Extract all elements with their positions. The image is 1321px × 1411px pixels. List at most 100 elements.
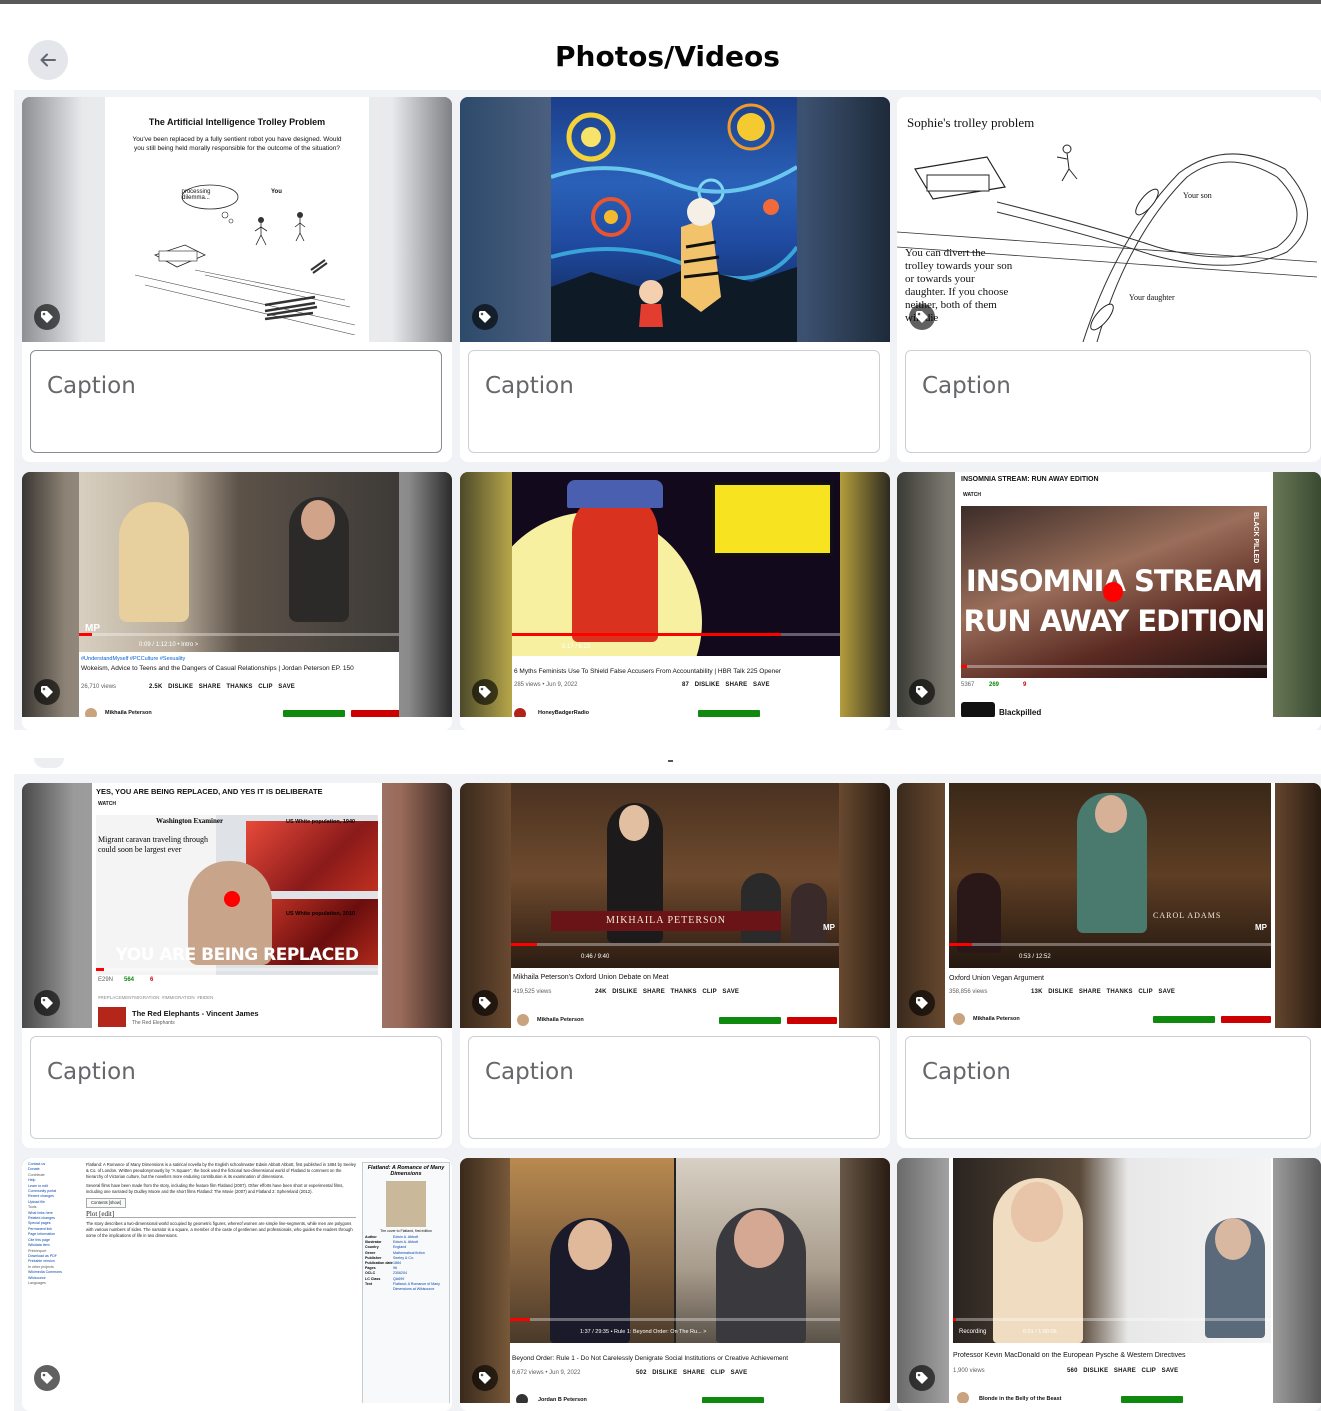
media-thumbnail[interactable]: CAROL ADAMS MP 0:53 / 12:52 Oxford Union… [897, 783, 1321, 1028]
save-button[interactable]: SAVE [722, 989, 739, 995]
dislike-button[interactable]: DISLIKE [168, 684, 193, 690]
video-player[interactable]: CAROL ADAMS MP 0:53 / 12:52 [949, 783, 1271, 968]
caption-input[interactable]: Caption [905, 1036, 1311, 1139]
tag-button[interactable] [909, 304, 935, 330]
like-count[interactable]: 2.5K [149, 684, 162, 690]
hashtag[interactable]: #REPLACEMENTMIGRATION [98, 995, 159, 1000]
share-button[interactable]: SHARE [643, 989, 665, 995]
thanks-button[interactable]: THANKS [1107, 989, 1133, 995]
save-button[interactable]: SAVE [1162, 1368, 1179, 1374]
tag-button[interactable] [34, 1365, 60, 1391]
tag-icon [479, 1372, 491, 1384]
clip-button[interactable]: CLIP [1142, 1368, 1156, 1374]
tag-button[interactable] [472, 304, 498, 330]
hashtags: #UnderstandMyself #PCCulture #Sexuality [81, 656, 186, 662]
like-count[interactable]: 13K [1031, 989, 1043, 995]
save-button[interactable]: SAVE [278, 684, 295, 690]
tag-button[interactable] [34, 304, 60, 330]
media-thumbnail[interactable]: MIKHAILA PETERSON MP 0:46 / 9:40 Mikhail… [460, 783, 890, 1028]
caption-input[interactable]: Caption [905, 350, 1311, 453]
tag-button[interactable] [909, 679, 935, 705]
play-icon[interactable] [1103, 582, 1123, 602]
like-count[interactable]: 24K [595, 989, 607, 995]
thanks-button[interactable]: THANKS [671, 989, 697, 995]
tag-button[interactable] [909, 1365, 935, 1391]
like-count[interactable]: 269 [989, 682, 999, 688]
save-button[interactable]: SAVE [753, 682, 770, 688]
play-icon[interactable] [224, 891, 240, 907]
dislike-button[interactable]: DISLIKE [1083, 1368, 1108, 1374]
dislike-button[interactable]: DISLIKE [1048, 989, 1073, 995]
media-thumbnail[interactable]: Contact us Donate Contribute Help Learn to … [22, 1158, 452, 1403]
share-button[interactable]: SHARE [683, 1370, 705, 1376]
infobox-row: Text Flatland: A Romance of Many Dimensio… [365, 1282, 447, 1292]
image-body: You've been replaced by a fully sentient… [132, 136, 342, 152]
media-thumbnail[interactable]: INSOMNIA STREAM: RUN AWAY EDITION WATCH … [897, 472, 1321, 717]
subscribe-button[interactable] [351, 710, 399, 717]
watch-tab[interactable]: WATCH [98, 801, 116, 807]
join-button[interactable] [698, 710, 760, 717]
clip-button[interactable]: CLIP [711, 1370, 725, 1376]
media-card: MP 0:09 / 1:12:10 • Intro > #UnderstandM… [22, 472, 452, 730]
clip-button[interactable]: CLIP [258, 684, 272, 690]
join-button[interactable] [719, 1017, 781, 1024]
media-thumbnail[interactable]: Recording 0:01 / 1:00:06 Professor Kevin… [897, 1158, 1321, 1403]
tag-button[interactable] [472, 990, 498, 1016]
caption-input[interactable]: Caption [30, 350, 442, 453]
dislike-count[interactable]: 9 [1023, 682, 1026, 688]
like-count[interactable]: 560 [1067, 1368, 1078, 1374]
dislike-button[interactable]: DISLIKE [612, 989, 637, 995]
subscribe-button[interactable] [1221, 1016, 1271, 1023]
video-title: 6 Myths Feminists Use To Shield False Ac… [514, 668, 781, 675]
video-time: 5:17 / 6:23 [562, 644, 591, 650]
like-count[interactable]: 564 [124, 977, 134, 983]
clip-button[interactable]: CLIP [1138, 989, 1152, 995]
tag-button[interactable] [909, 990, 935, 1016]
share-button[interactable]: SHARE [1114, 1368, 1136, 1374]
caption-input[interactable]: Caption [468, 350, 880, 453]
tag-button[interactable] [472, 679, 498, 705]
join-button[interactable] [1153, 1016, 1215, 1023]
video-actions: 2.5K DISLIKE SHARE THANKS CLIP SAVE [149, 684, 295, 690]
video-player[interactable]: Recording 0:01 / 1:00:06 [953, 1158, 1271, 1343]
hashtag[interactable]: #BIDEN [197, 995, 213, 1000]
like-count[interactable]: 87 [682, 682, 689, 688]
like-count[interactable]: 502 [636, 1370, 647, 1376]
related-thumbnail[interactable] [98, 1007, 126, 1027]
clip-button[interactable]: CLIP [702, 989, 716, 995]
tag-button[interactable] [472, 1365, 498, 1391]
hashtag[interactable]: #IMMIGRATION [162, 995, 195, 1000]
save-button[interactable]: SAVE [1158, 989, 1175, 995]
video-player[interactable]: MIKHAILA PETERSON MP 0:46 / 9:40 [511, 783, 839, 968]
thanks-button[interactable]: THANKS [226, 684, 252, 690]
subscribe-button[interactable] [787, 1017, 837, 1024]
video-player[interactable]: Washington Examiner Migrant caravan trav… [96, 815, 378, 975]
video-player[interactable]: BLACK PILLED INSOMNIA STREAM RUN AWAY ED… [961, 506, 1267, 678]
dislike-button[interactable]: DISLIKE [695, 682, 720, 688]
dislike-count[interactable]: 6 [150, 977, 153, 983]
media-thumbnail[interactable]: YES, YOU ARE BEING REPLACED, AND YES IT … [22, 783, 452, 1028]
related-title[interactable]: The Red Elephants - Vincent James [132, 1009, 259, 1018]
join-button[interactable] [283, 710, 345, 717]
media-thumbnail[interactable]: 5:17 / 6:23 6 Myths Feminists Use To Shi… [460, 472, 890, 717]
share-button[interactable]: SHARE [1079, 989, 1101, 995]
share-button[interactable]: SHARE [725, 682, 747, 688]
dislike-button[interactable]: DISLIKE [652, 1370, 677, 1376]
tag-button[interactable] [34, 990, 60, 1016]
caption-input[interactable]: Caption [468, 1036, 880, 1139]
view-count: 419,525 views [513, 989, 552, 995]
video-player[interactable]: 1:37 / 29:35 • Rule 1: Beyond Order: On … [510, 1158, 840, 1343]
media-thumbnail[interactable]: Sophie's trolley problem Your son Your d… [897, 97, 1321, 342]
join-button[interactable] [1121, 1396, 1183, 1403]
media-thumbnail[interactable]: MP 0:09 / 1:12:10 • Intro > #UnderstandM… [22, 472, 452, 717]
media-thumbnail[interactable]: 1:37 / 29:35 • Rule 1: Beyond Order: On … [460, 1158, 890, 1403]
media-thumbnail[interactable]: The Artificial Intelligence Trolley Prob… [22, 97, 452, 342]
newspaper-name: Washington Examiner [156, 817, 224, 825]
share-button[interactable]: SHARE [199, 684, 221, 690]
media-thumbnail[interactable] [460, 97, 890, 342]
save-button[interactable]: SAVE [731, 1370, 748, 1376]
tag-button[interactable] [34, 679, 60, 705]
join-button[interactable] [702, 1397, 764, 1403]
caption-input[interactable]: Caption [30, 1036, 442, 1139]
watch-tab[interactable]: WATCH [963, 492, 981, 498]
